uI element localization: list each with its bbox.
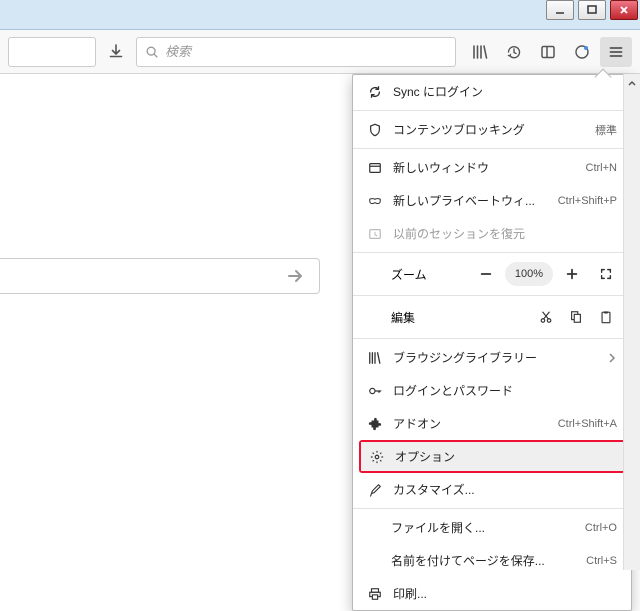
menu-new-window[interactable]: 新しいウィンドウ Ctrl+N [353, 151, 631, 184]
menu-separator [353, 295, 631, 296]
paste-button[interactable] [591, 304, 621, 330]
menu-edit-row: 編集 [353, 298, 631, 336]
menu-new-private-label: 新しいプライベートウィ... [393, 192, 548, 209]
cut-button[interactable] [531, 304, 561, 330]
maximize-button[interactable] [578, 0, 606, 20]
menu-addons-label: アドオン [393, 415, 548, 432]
chevron-right-icon [607, 353, 617, 363]
menu-restore-session-label: 以前のセッションを復元 [393, 225, 617, 242]
menu-content-blocking[interactable]: コンテンツブロッキング 標準 [353, 113, 631, 146]
zoom-in-button[interactable] [557, 261, 587, 287]
zoom-label: ズーム [367, 266, 467, 283]
menu-addons-shortcut: Ctrl+Shift+A [558, 418, 617, 430]
menu-separator [353, 110, 631, 111]
menu-new-window-shortcut: Ctrl+N [586, 162, 617, 174]
close-button[interactable] [610, 0, 638, 20]
menu-logins[interactable]: ログインとパスワード [353, 374, 631, 407]
menu-sync-label: Sync にログイン [393, 83, 617, 100]
menu-separator [353, 338, 631, 339]
copy-button[interactable] [561, 304, 591, 330]
menu-new-window-label: 新しいウィンドウ [393, 159, 576, 176]
window-titlebar [0, 0, 640, 30]
menu-zoom-row: ズーム 100% [353, 255, 631, 293]
shield-icon [367, 122, 383, 138]
scroll-up-icon[interactable] [624, 74, 640, 91]
minimize-button[interactable] [546, 0, 574, 20]
menu-customize-label: カスタマイズ... [393, 481, 617, 498]
window-icon [367, 160, 383, 176]
search-input[interactable] [165, 44, 447, 59]
restore-icon [367, 226, 383, 242]
print-icon [367, 586, 383, 602]
menu-new-private-shortcut: Ctrl+Shift+P [558, 195, 617, 207]
history-icon[interactable] [498, 37, 530, 67]
menu-separator [353, 148, 631, 149]
menu-options[interactable]: オプション [361, 442, 623, 471]
sync-icon [367, 84, 383, 100]
menu-library[interactable]: ブラウジングライブラリー [353, 341, 631, 374]
zoom-level[interactable]: 100% [505, 262, 553, 286]
menu-customize[interactable]: カスタマイズ... [353, 473, 631, 506]
menu-separator [353, 252, 631, 253]
forward-field[interactable] [0, 258, 320, 294]
options-highlight: オプション [359, 440, 625, 473]
menu-scrollbar[interactable] [623, 74, 640, 570]
paintbrush-icon [367, 482, 383, 498]
menu-open-file[interactable]: ファイルを開く... Ctrl+O [353, 511, 631, 544]
zoom-out-button[interactable] [471, 261, 501, 287]
library-books-icon [367, 350, 383, 366]
menu-save-as-shortcut: Ctrl+S [586, 555, 617, 567]
menu-content-blocking-level: 標準 [595, 122, 617, 138]
menu-open-file-label: ファイルを開く... [391, 519, 575, 536]
puzzle-icon [367, 416, 383, 432]
menu-separator [353, 508, 631, 509]
gear-icon [369, 449, 385, 465]
app-menu: Sync にログイン コンテンツブロッキング 標準 新しいウィンドウ Ctrl+… [352, 74, 632, 611]
menu-library-label: ブラウジングライブラリー [393, 349, 597, 366]
mask-icon [367, 193, 383, 209]
account-icon[interactable] [566, 37, 598, 67]
menu-addons[interactable]: アドオン Ctrl+Shift+A [353, 407, 631, 440]
menu-options-label: オプション [395, 448, 615, 465]
sidebar-icon[interactable] [532, 37, 564, 67]
key-icon [367, 383, 383, 399]
url-bar[interactable] [8, 37, 96, 67]
menu-save-as[interactable]: 名前を付けてページを保存... Ctrl+S [353, 544, 631, 577]
menu-save-as-label: 名前を付けてページを保存... [391, 552, 576, 569]
menu-restore-session: 以前のセッションを復元 [353, 217, 631, 250]
menu-logins-label: ログインとパスワード [393, 382, 617, 399]
menu-new-private-window[interactable]: 新しいプライベートウィ... Ctrl+Shift+P [353, 184, 631, 217]
browser-toolbar [0, 30, 640, 74]
content-area: Sync にログイン コンテンツブロッキング 標準 新しいウィンドウ Ctrl+… [0, 74, 640, 570]
edit-label: 編集 [367, 309, 531, 326]
search-box[interactable] [136, 37, 456, 67]
menu-sync[interactable]: Sync にログイン [353, 75, 631, 108]
search-icon [145, 45, 159, 59]
library-icon[interactable] [464, 37, 496, 67]
menu-print-label: 印刷... [393, 585, 617, 602]
menu-open-file-shortcut: Ctrl+O [585, 522, 617, 534]
menu-print[interactable]: 印刷... [353, 577, 631, 610]
menu-content-blocking-label: コンテンツブロッキング [393, 121, 585, 138]
fullscreen-button[interactable] [591, 261, 621, 287]
hamburger-menu-button[interactable] [600, 37, 632, 67]
arrow-right-icon [285, 266, 305, 286]
download-icon[interactable] [104, 40, 128, 64]
